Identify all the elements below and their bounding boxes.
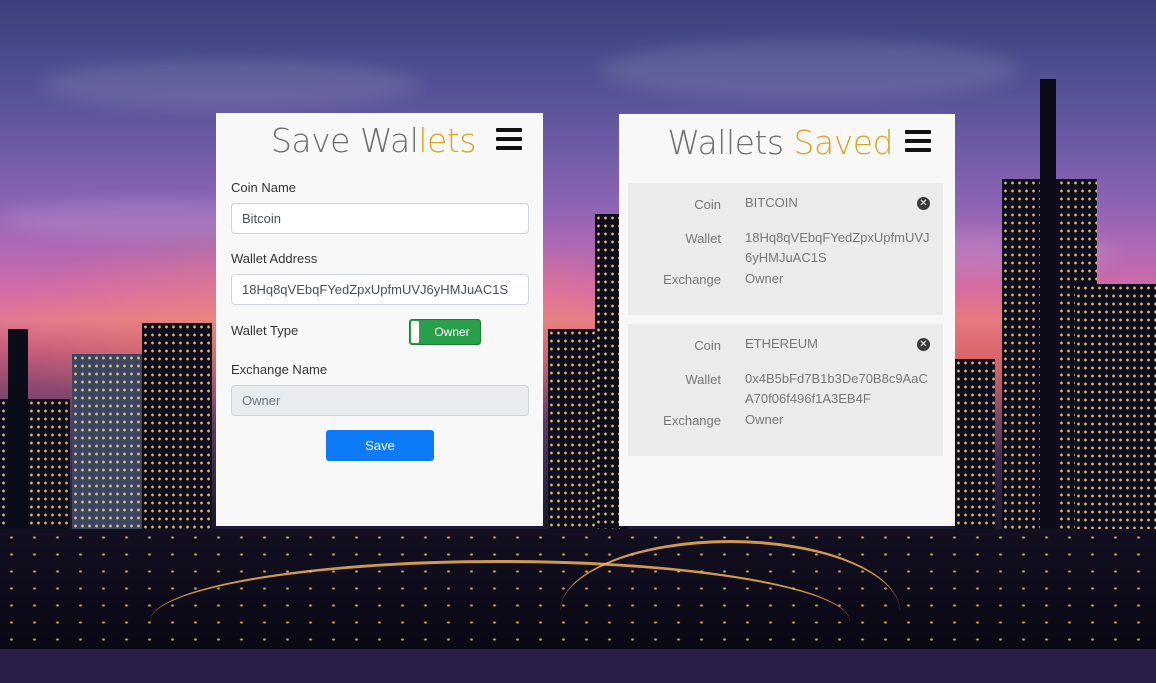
saved-wallet-card: Coin BITCOIN Wallet 18Hq8qVEbqFYedZpxUpf… bbox=[628, 183, 943, 315]
save-wallets-title: Save Wallets bbox=[270, 121, 477, 160]
coin-key-label: Coin bbox=[694, 197, 721, 212]
wallet-address-label: Wallet Address bbox=[231, 251, 318, 266]
save-button[interactable]: Save bbox=[326, 430, 434, 461]
wallets-saved-panel: Wallets Saved Coin BITCOIN Wallet 18Hq8q… bbox=[619, 114, 955, 526]
coin-value: ETHEREUM bbox=[745, 336, 818, 351]
coin-key-label: Coin bbox=[694, 338, 721, 353]
title-part-gray: Save Wal bbox=[270, 121, 419, 160]
save-wallets-panel: Save Wallets Coin Name Bitcoin Wallet Ad… bbox=[216, 113, 543, 526]
city-background bbox=[0, 0, 1156, 649]
wallet-address-input[interactable]: 18Hq8qVEbqFYedZpxUpfmUVJ6yHMJuAC1S bbox=[231, 274, 529, 305]
close-circle-icon[interactable]: ✕ bbox=[917, 197, 930, 210]
toggle-knob bbox=[411, 321, 419, 343]
exchange-name-input: Owner bbox=[231, 385, 529, 416]
title-part-gold: Saved bbox=[793, 123, 894, 162]
title-part-gold: lets bbox=[418, 121, 476, 160]
hamburger-menu-icon[interactable] bbox=[905, 130, 931, 152]
saved-wallet-card: Coin ETHEREUM Wallet 0x4B5bFd7B1b3De70B8… bbox=[628, 324, 943, 456]
wallet-type-toggle-label: Owner bbox=[434, 325, 470, 339]
exchange-value: Owner bbox=[745, 271, 784, 286]
coin-value: BITCOIN bbox=[745, 195, 798, 210]
hamburger-menu-icon[interactable] bbox=[496, 128, 522, 150]
coin-name-input[interactable]: Bitcoin bbox=[231, 203, 529, 234]
wallets-saved-title: Wallets Saved bbox=[667, 123, 894, 162]
wallet-value: 0x4B5bFd7B1b3De70B8c9AaCA70f06f496f1A3EB… bbox=[745, 371, 928, 406]
wallet-type-label: Wallet Type bbox=[231, 323, 299, 338]
exchange-name-label: Exchange Name bbox=[231, 362, 328, 377]
wallet-key-label: Wallet bbox=[685, 231, 721, 246]
exchange-key-label: Exchange bbox=[663, 413, 721, 428]
wallet-value: 18Hq8qVEbqFYedZpxUpfmUVJ6yHMJuAC1S bbox=[745, 230, 930, 265]
close-circle-icon[interactable]: ✕ bbox=[917, 338, 930, 351]
coin-name-label: Coin Name bbox=[231, 180, 297, 195]
wallet-key-label: Wallet bbox=[685, 372, 721, 387]
title-part-gray: Wallets bbox=[667, 123, 794, 162]
wallet-type-toggle[interactable]: Owner bbox=[409, 319, 481, 345]
exchange-key-label: Exchange bbox=[663, 272, 721, 287]
exchange-value: Owner bbox=[745, 412, 784, 427]
